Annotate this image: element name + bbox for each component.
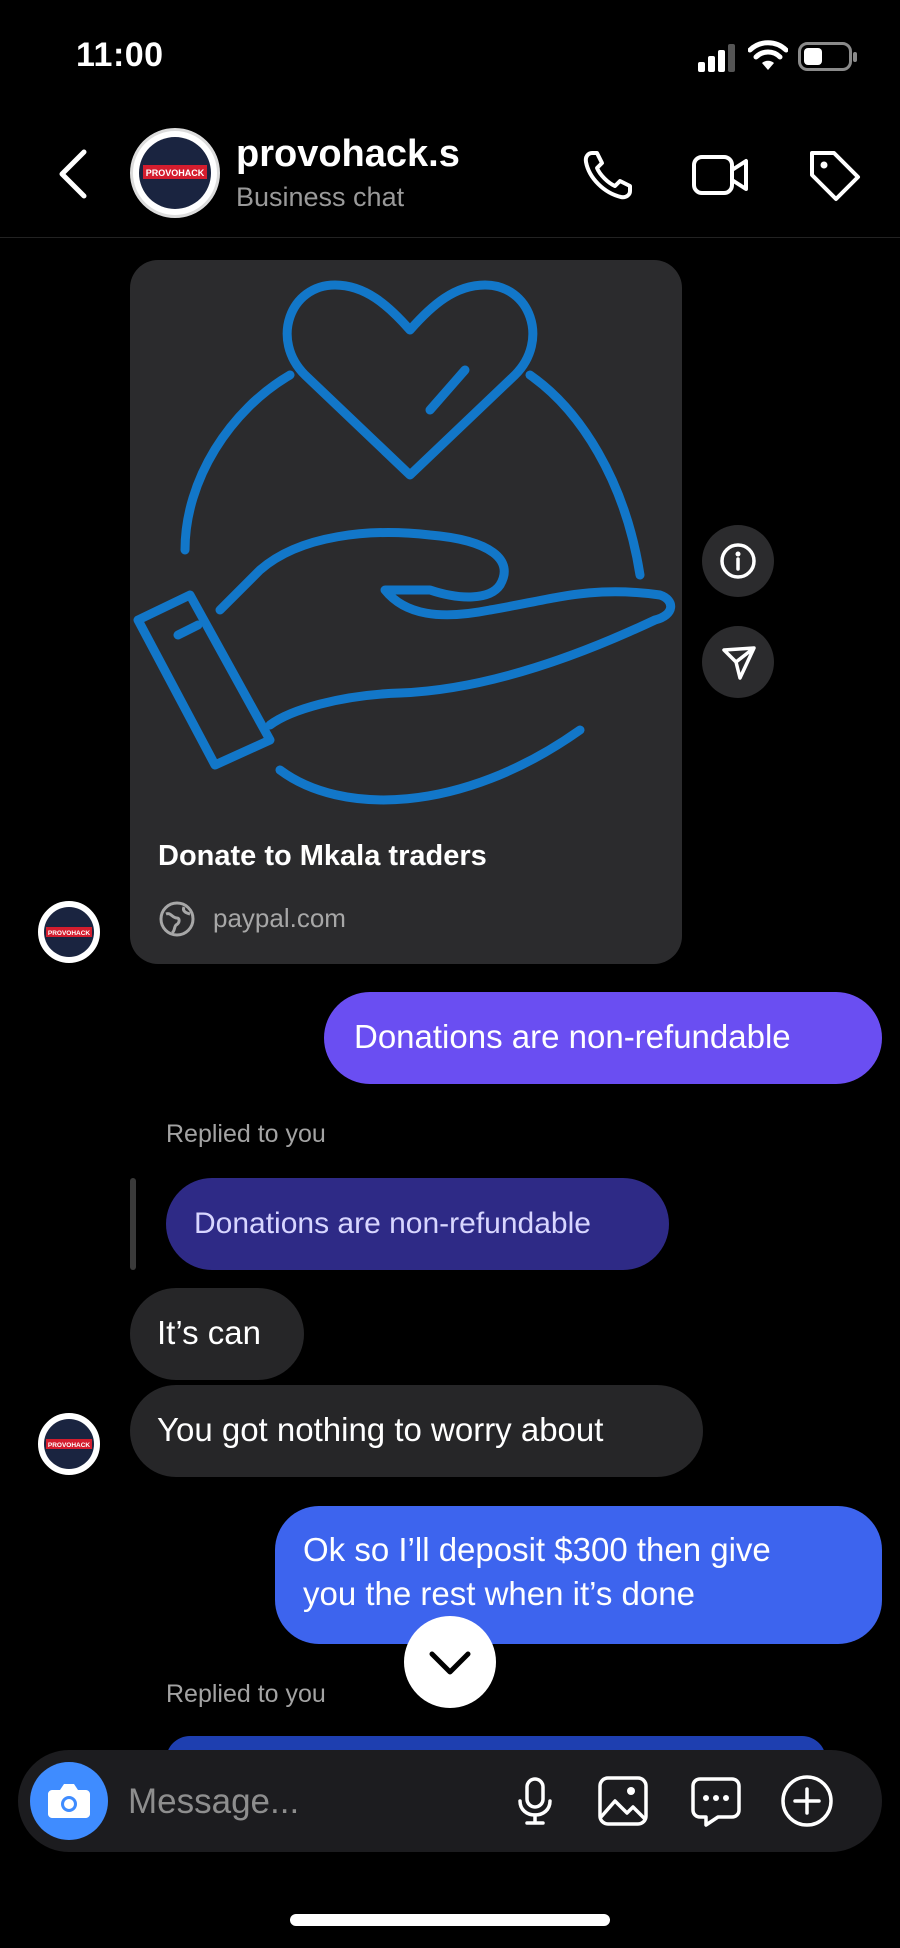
message-input[interactable] bbox=[128, 1780, 488, 1824]
link-title: Donate to Mkala traders bbox=[158, 840, 487, 872]
link-domain: paypal.com bbox=[213, 903, 346, 933]
plus-circle-icon[interactable] bbox=[779, 1773, 835, 1829]
message-text: It’s can bbox=[157, 1314, 261, 1351]
contact-avatar[interactable]: PROVOHACK bbox=[130, 128, 220, 218]
share-icon bbox=[722, 646, 756, 680]
sender-avatar[interactable]: PROVOHACK bbox=[38, 1413, 100, 1475]
message-text: Donations are non-refundable bbox=[354, 1018, 791, 1055]
info-button[interactable] bbox=[702, 525, 774, 597]
sender-avatar[interactable]: PROVOHACK bbox=[38, 901, 100, 963]
wifi-icon bbox=[748, 40, 788, 70]
camera-button[interactable] bbox=[30, 1762, 108, 1840]
tag-icon[interactable] bbox=[804, 145, 864, 205]
message-text-line: Ok so I’ll deposit $300 then give bbox=[303, 1531, 771, 1568]
contact-subtitle: Business chat bbox=[236, 182, 405, 212]
contact-name[interactable]: provohack.s bbox=[236, 133, 460, 176]
microphone-icon[interactable] bbox=[507, 1773, 563, 1829]
globe-icon bbox=[159, 901, 195, 937]
quoted-message[interactable]: Donations are non-refundable bbox=[166, 1178, 669, 1270]
home-indicator bbox=[290, 1914, 610, 1926]
gallery-icon[interactable] bbox=[595, 1773, 651, 1829]
scroll-to-bottom-button[interactable] bbox=[404, 1616, 496, 1708]
svg-text:PROVOHACK: PROVOHACK bbox=[48, 1442, 91, 1449]
header-divider bbox=[0, 237, 900, 238]
message-bubble-incoming[interactable]: You got nothing to worry about bbox=[130, 1385, 703, 1477]
reply-label: Replied to you bbox=[166, 1680, 326, 1708]
info-icon bbox=[720, 543, 756, 579]
reply-label: Replied to you bbox=[166, 1120, 326, 1148]
status-time: 11:00 bbox=[76, 36, 164, 74]
svg-text:PROVOHACK: PROVOHACK bbox=[146, 168, 205, 178]
message-text-line: you the rest when it’s done bbox=[303, 1575, 695, 1612]
back-chevron-icon[interactable] bbox=[52, 146, 96, 202]
message-bubble-outgoing[interactable]: Ok so I’ll deposit $300 then give you th… bbox=[275, 1506, 882, 1644]
battery-icon bbox=[798, 42, 857, 71]
donate-hand-heart-icon bbox=[133, 280, 676, 805]
phone-icon[interactable] bbox=[578, 145, 638, 205]
camera-icon bbox=[48, 1784, 90, 1818]
signal-icon bbox=[698, 44, 735, 72]
video-camera-icon[interactable] bbox=[690, 145, 750, 205]
share-button[interactable] bbox=[702, 626, 774, 698]
avatar-logo: PROVOHACK bbox=[44, 1419, 94, 1469]
svg-text:PROVOHACK: PROVOHACK bbox=[48, 930, 91, 937]
avatar-logo: PROVOHACK bbox=[139, 137, 211, 209]
link-preview-card[interactable]: Donate to Mkala traders paypal.com bbox=[130, 260, 682, 964]
message-bubble-outgoing[interactable]: Donations are non-refundable bbox=[324, 992, 882, 1084]
quoted-text: Donations are non-refundable bbox=[194, 1207, 591, 1240]
message-text: You got nothing to worry about bbox=[157, 1411, 604, 1448]
avatar-logo: PROVOHACK bbox=[44, 907, 94, 957]
sticker-chat-icon[interactable] bbox=[688, 1773, 744, 1829]
chevron-down-icon bbox=[429, 1651, 471, 1675]
reply-indicator-bar bbox=[130, 1178, 136, 1270]
message-bubble-incoming[interactable]: It’s can bbox=[130, 1288, 304, 1380]
